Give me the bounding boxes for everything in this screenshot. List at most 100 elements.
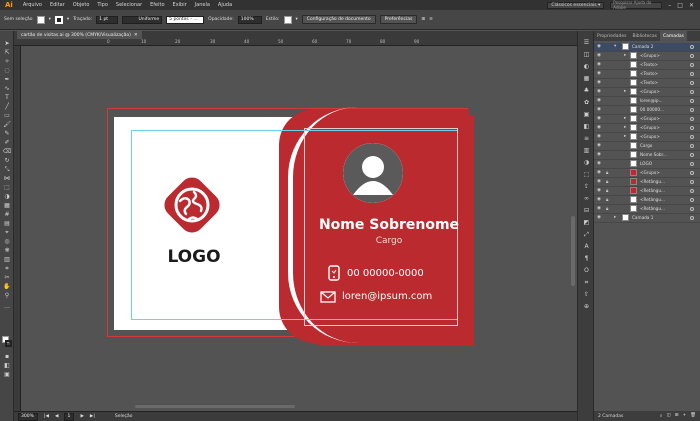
layer-row[interactable]: ◉ ▸ <Grupo> [594,115,700,124]
preferences-button[interactable]: Preferências [379,15,418,24]
tab-libraries[interactable]: Bibliotecas [629,31,660,41]
visibility-eye-icon[interactable]: ◉ [597,161,601,166]
navigator-icon[interactable]: ⊕ [582,303,591,310]
tab-layers[interactable]: Camadas [660,31,688,41]
layer-row[interactable]: ◉ ▸ <Grupo> [594,133,700,142]
style-swatch[interactable] [283,15,292,24]
maximize-icon[interactable]: □ [677,2,683,9]
new-sublayer-icon[interactable]: ⊞ [675,413,679,419]
swatches-icon[interactable]: ▦ [582,75,591,82]
magic-wand-tool-icon[interactable]: ✧ [3,58,11,65]
lock-icon[interactable]: 🔒︎ [606,170,608,176]
expand-arrow-icon[interactable]: ▾ [614,44,616,49]
visibility-eye-icon[interactable]: ◉ [597,152,601,157]
locate-object-icon[interactable]: ⌕ [660,413,663,419]
vertical-ruler[interactable] [14,46,21,411]
visibility-eye-icon[interactable]: ◉ [597,170,601,175]
menu-item-janela[interactable]: Janela [191,2,214,8]
hand-tool-icon[interactable]: ✋ [3,283,11,290]
layer-name[interactable]: <Grupo> [640,116,660,121]
zoom-tool-icon[interactable]: ⚲ [3,292,11,299]
expand-arrow-icon[interactable]: ▸ [624,89,626,94]
layer-name[interactable]: <Texto> [640,71,658,76]
layer-row[interactable]: ◉ 00 00000... [594,106,700,115]
workspace-switcher[interactable]: Clássicos essenciais ▾ [547,1,605,9]
symbols-icon[interactable]: ✿ [582,99,591,106]
graph-tool-icon[interactable]: ▥ [3,256,11,263]
layer-target-icon[interactable] [690,143,694,148]
lock-icon[interactable]: 🔒︎ [606,188,608,194]
zoom-field[interactable]: 300% [18,412,38,421]
shaper-tool-icon[interactable]: ✐ [3,139,11,146]
layer-name[interactable]: <Retângu... [640,206,665,211]
gradient-tool-icon[interactable]: ▤ [3,220,11,227]
visibility-eye-icon[interactable]: ◉ [597,107,601,112]
symbol-sprayer-tool-icon[interactable]: ❋ [3,247,11,254]
asset-export-icon[interactable]: ⇧ [582,291,591,298]
fill-dropdown-icon[interactable]: ▾ [49,17,51,22]
screen-mode-icon[interactable]: ▣ [3,371,11,378]
delete-layer-icon[interactable]: 🗑︎ [690,413,696,419]
lock-icon[interactable]: 🔒︎ [606,197,608,203]
transparency-icon[interactable]: ◑ [582,159,591,166]
logo-text[interactable]: LOGO [149,247,239,267]
layer-name[interactable]: Camada 1 [632,215,653,220]
lock-icon[interactable]: 🔒︎ [606,179,608,185]
color-mode-icon[interactable]: ▪ [3,353,11,360]
layer-row[interactable]: ◉ loren@ip... [594,97,700,106]
panel-menu-icon[interactable]: ≡ [429,17,433,22]
app-logo[interactable]: Ai [0,1,19,9]
perspective-grid-tool-icon[interactable]: ▦ [3,202,11,209]
layer-target-icon[interactable] [690,206,694,211]
layer-row[interactable]: ◉ 🔒︎ <Retângu... [594,205,700,214]
menu-item-selecionar[interactable]: Selecionar [112,2,146,8]
line-tool-icon[interactable]: ╱ [3,103,11,110]
vertical-scrollbar[interactable] [570,46,576,406]
horizontal-scrollbar[interactable] [135,404,572,409]
layer-target-icon[interactable] [690,107,694,112]
layer-row[interactable]: ◉ 🔒︎ <Retângu... [594,196,700,205]
card-email[interactable]: loren@ipsum.com [342,291,432,302]
document-tab[interactable]: cartão de visitas.ai @ 300% (CMYK/Visual… [17,31,142,39]
layer-name[interactable]: <Grupo> [640,53,660,58]
visibility-eye-icon[interactable]: ◉ [597,179,601,184]
clipping-mask-icon[interactable]: ◫ [666,413,670,419]
appearance-icon[interactable]: ◧ [582,123,591,130]
stroke-weight-field[interactable]: 1 pt [96,15,119,24]
layer-target-icon[interactable] [690,170,694,175]
lasso-tool-icon[interactable]: ◌ [3,67,11,74]
layer-row[interactable]: ◉ 🔒︎ <Retângu... [594,187,700,196]
layer-target-icon[interactable] [690,116,694,121]
expand-arrow-icon[interactable]: ▸ [624,53,626,58]
menu-item-objeto[interactable]: Objeto [69,2,94,8]
links-icon[interactable]: ∞ [582,195,591,202]
visibility-eye-icon[interactable]: ◉ [597,71,601,76]
layer-row[interactable]: ◉ ▸ Camada 1 [594,214,700,223]
expand-arrow-icon[interactable]: ▸ [624,116,626,121]
visibility-eye-icon[interactable]: ◉ [597,125,601,130]
stroke-dropdown-icon[interactable]: ▾ [67,17,69,22]
expand-arrow-icon[interactable]: ▸ [624,125,626,130]
help-search-input[interactable]: Pesquisar Ajuda do Adobe [610,0,663,10]
artboard-tool-icon[interactable]: ⌗ [3,265,11,272]
minimize-icon[interactable]: – [668,2,671,9]
curvature-tool-icon[interactable]: ∿ [3,85,11,92]
layer-target-icon[interactable] [690,134,694,139]
menu-item-exibir[interactable]: Exibir [169,2,191,8]
visibility-eye-icon[interactable]: ◉ [597,143,601,148]
visibility-eye-icon[interactable]: ◉ [597,62,601,67]
layer-row[interactable]: ◉ <Texto> [594,79,700,88]
expand-arrow-icon[interactable]: ▸ [624,134,626,139]
fill-swatch[interactable] [36,15,45,24]
layer-row[interactable]: ◉ <Texto> [594,70,700,79]
canvas[interactable]: LOGO Nome Sobrenome Cargo 00 00000-0000 … [21,46,577,411]
stroke-icon[interactable]: ≡ [582,135,591,142]
menu-item-tipo[interactable]: Tipo [93,2,112,8]
visibility-eye-icon[interactable]: ◉ [597,206,601,211]
visibility-eye-icon[interactable]: ◉ [597,197,601,202]
layer-row[interactable]: ◉ <Texto> [594,61,700,70]
menu-item-editar[interactable]: Editar [46,2,69,8]
layer-target-icon[interactable] [690,98,694,103]
layer-row[interactable]: ◉ ▸ <Grupo> [594,88,700,97]
rectangle-tool-icon[interactable]: ▭ [3,112,11,119]
